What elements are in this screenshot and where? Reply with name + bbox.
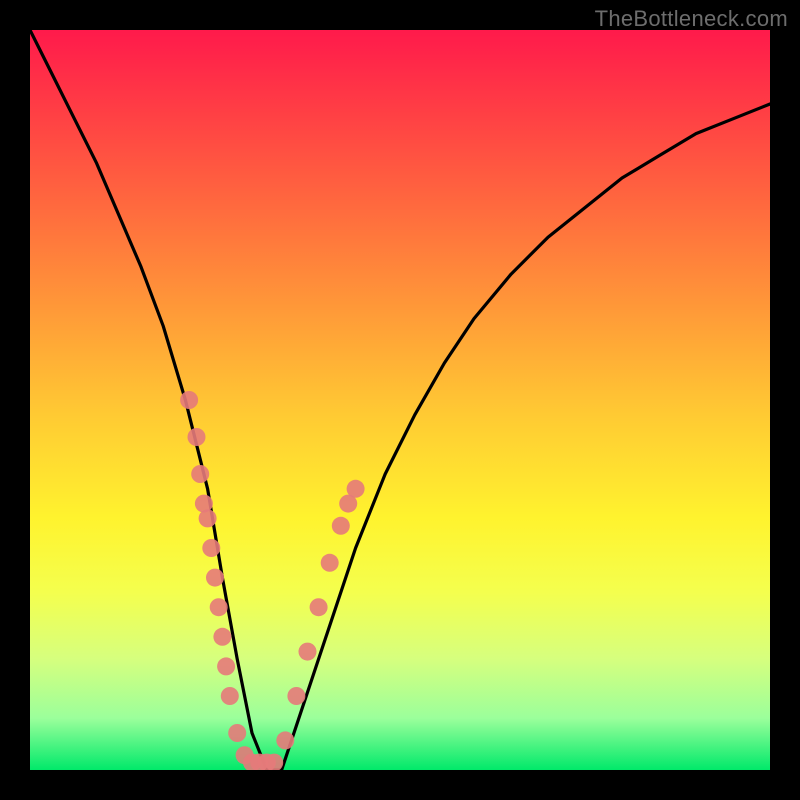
scatter-dot — [199, 509, 217, 527]
scatter-dot — [332, 517, 350, 535]
scatter-dot — [180, 391, 198, 409]
scatter-dot — [228, 724, 246, 742]
scatter-dot — [347, 480, 365, 498]
scatter-dot — [287, 687, 305, 705]
scatter-dot — [299, 643, 317, 661]
scatter-dot — [310, 598, 328, 616]
scatter-dot — [221, 687, 239, 705]
scatter-dots — [180, 391, 365, 770]
scatter-dot — [202, 539, 220, 557]
scatter-dot — [213, 628, 231, 646]
chart-svg — [30, 30, 770, 770]
bottleneck-curve — [30, 30, 770, 770]
scatter-dot — [191, 465, 209, 483]
scatter-dot — [217, 657, 235, 675]
plot-area — [30, 30, 770, 770]
scatter-dot — [210, 598, 228, 616]
scatter-dot — [188, 428, 206, 446]
scatter-dot — [206, 569, 224, 587]
watermark-label: TheBottleneck.com — [595, 6, 788, 32]
scatter-dot — [276, 731, 294, 749]
chart-frame: TheBottleneck.com — [0, 0, 800, 800]
scatter-dot — [321, 554, 339, 572]
